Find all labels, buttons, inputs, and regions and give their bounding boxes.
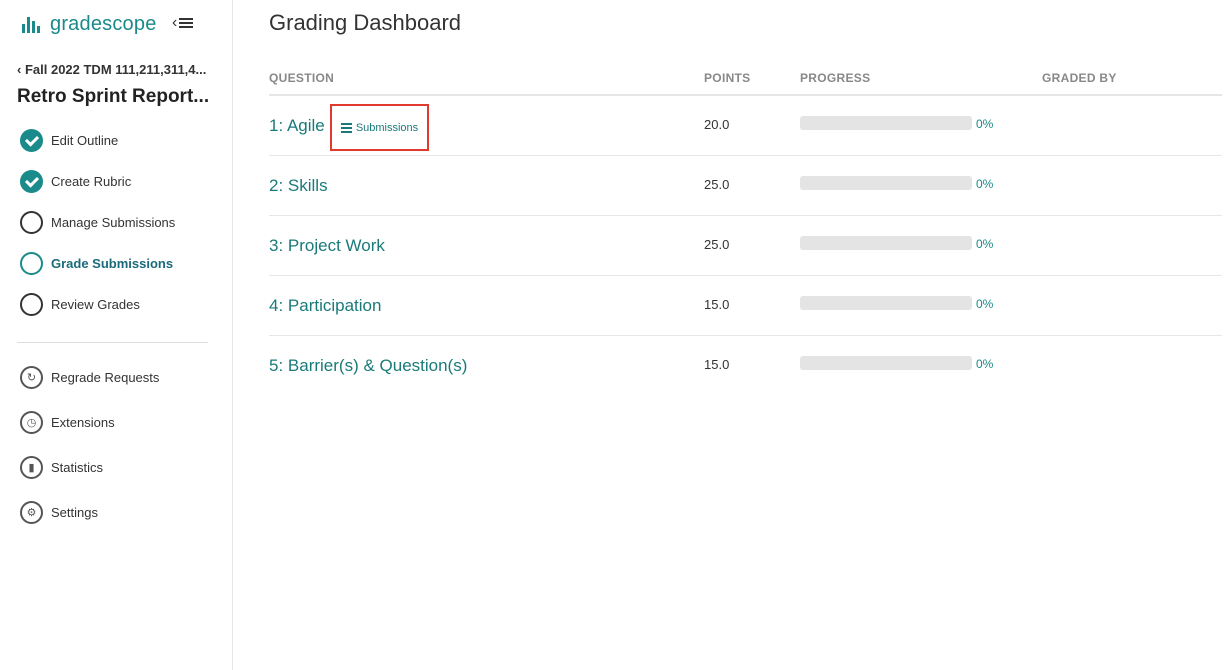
sidebar-item-extensions[interactable]: ◷ Extensions (20, 400, 159, 445)
points-value: 25.0 (704, 177, 730, 192)
list-icon (340, 123, 352, 133)
sidebar-item-regrade-requests[interactable]: ↻ Regrade Requests (20, 355, 159, 400)
table-row: 5: Barrier(s) & Question(s) 15.0 0% (269, 336, 1222, 396)
tool-label: Settings (51, 505, 98, 520)
active-circle-icon (20, 252, 43, 275)
check-circle-icon (20, 129, 43, 152)
sidebar-item-statistics[interactable]: ▮ Statistics (20, 445, 159, 490)
question-link[interactable]: 2: Skills (269, 176, 328, 196)
chevron-left-icon: ‹ (172, 14, 178, 31)
progress-bar (800, 236, 972, 250)
question-link[interactable]: 5: Barrier(s) & Question(s) (269, 356, 467, 376)
progress-percent: 0% (976, 357, 994, 371)
progress-bar (800, 116, 972, 130)
tool-label: Extensions (51, 415, 115, 430)
chevron-left-icon: ‹ (17, 62, 25, 77)
question-link[interactable]: 3: Project Work (269, 236, 385, 256)
submissions-label: Submissions (355, 121, 419, 134)
progress-percent: 0% (976, 297, 994, 311)
logo-bars-icon (22, 16, 40, 33)
assignment-tools: ↻ Regrade Requests ◷ Extensions ▮ Statis… (20, 355, 159, 535)
step-manage-submissions[interactable]: Manage Submissions (20, 202, 175, 243)
progress-percent: 0% (976, 177, 994, 191)
progress-bar (800, 296, 972, 310)
table-row: 4: Participation 15.0 0% (269, 276, 1222, 336)
column-header-question: QUESTION (269, 71, 335, 85)
progress-percent: 0% (976, 237, 994, 251)
question-link[interactable]: 4: Participation (269, 296, 381, 316)
table-row: 2: Skills 25.0 0% (269, 156, 1222, 216)
step-label: Create Rubric (51, 174, 132, 189)
assignment-title: Retro Sprint Report... (17, 86, 210, 107)
course-back-link[interactable]: ‹ Fall 2022 TDM 111,211,311,4... (17, 62, 212, 77)
sidebar: gradescope ‹ ‹ Fall 2022 TDM 111,211,311… (0, 0, 233, 670)
sidebar-divider (17, 342, 208, 343)
points-value: 15.0 (704, 357, 730, 372)
tool-label: Regrade Requests (51, 370, 160, 385)
sidebar-item-settings[interactable]: ⚙ Settings (20, 490, 159, 535)
course-name: Fall 2022 TDM 111,211,311,4... (24, 62, 207, 77)
column-header-graded-by: GRADED BY (1042, 71, 1117, 85)
step-grade-submissions[interactable]: Grade Submissions (20, 243, 175, 284)
step-edit-outline[interactable]: Edit Outline (20, 120, 175, 161)
clock-icon: ◷ (20, 411, 43, 434)
step-label: Manage Submissions (51, 215, 176, 230)
collapse-sidebar-button[interactable]: ‹ (172, 14, 194, 32)
points-value: 20.0 (704, 117, 730, 132)
submissions-button[interactable]: Submissions (330, 104, 429, 151)
workflow-steps: Edit Outline Create Rubric Manage Submis… (20, 120, 175, 325)
statistics-icon: ▮ (20, 456, 43, 479)
step-review-grades[interactable]: Review Grades (20, 284, 175, 325)
check-circle-icon (20, 170, 43, 193)
gradescope-logo[interactable]: gradescope (22, 13, 157, 36)
step-label: Edit Outline (51, 133, 119, 148)
points-value: 15.0 (704, 297, 730, 312)
regrade-icon: ↻ (20, 366, 43, 389)
step-label: Grade Submissions (51, 256, 174, 271)
column-header-points: POINTS (704, 71, 751, 85)
table-row: 3: Project Work 25.0 0% (269, 216, 1222, 276)
brand-name: gradescope (50, 13, 157, 35)
progress-percent: 0% (976, 117, 994, 131)
question-link[interactable]: 1: Agile (269, 116, 325, 136)
tool-label: Statistics (51, 460, 104, 475)
points-value: 25.0 (704, 237, 730, 252)
column-header-progress: PROGRESS (800, 71, 871, 85)
empty-circle-icon (20, 293, 43, 316)
menu-icon (179, 17, 194, 29)
progress-bar (800, 356, 972, 370)
table-header: QUESTION POINTS PROGRESS GRADED BY (269, 70, 1222, 96)
step-create-rubric[interactable]: Create Rubric (20, 161, 175, 202)
gear-icon: ⚙ (20, 501, 43, 524)
step-label: Review Grades (51, 297, 140, 312)
progress-bar (800, 176, 972, 190)
empty-circle-icon (20, 211, 43, 234)
page-title: Grading Dashboard (269, 10, 462, 35)
table-row: 1: Agile Submissions 20.0 0% (269, 96, 1222, 156)
